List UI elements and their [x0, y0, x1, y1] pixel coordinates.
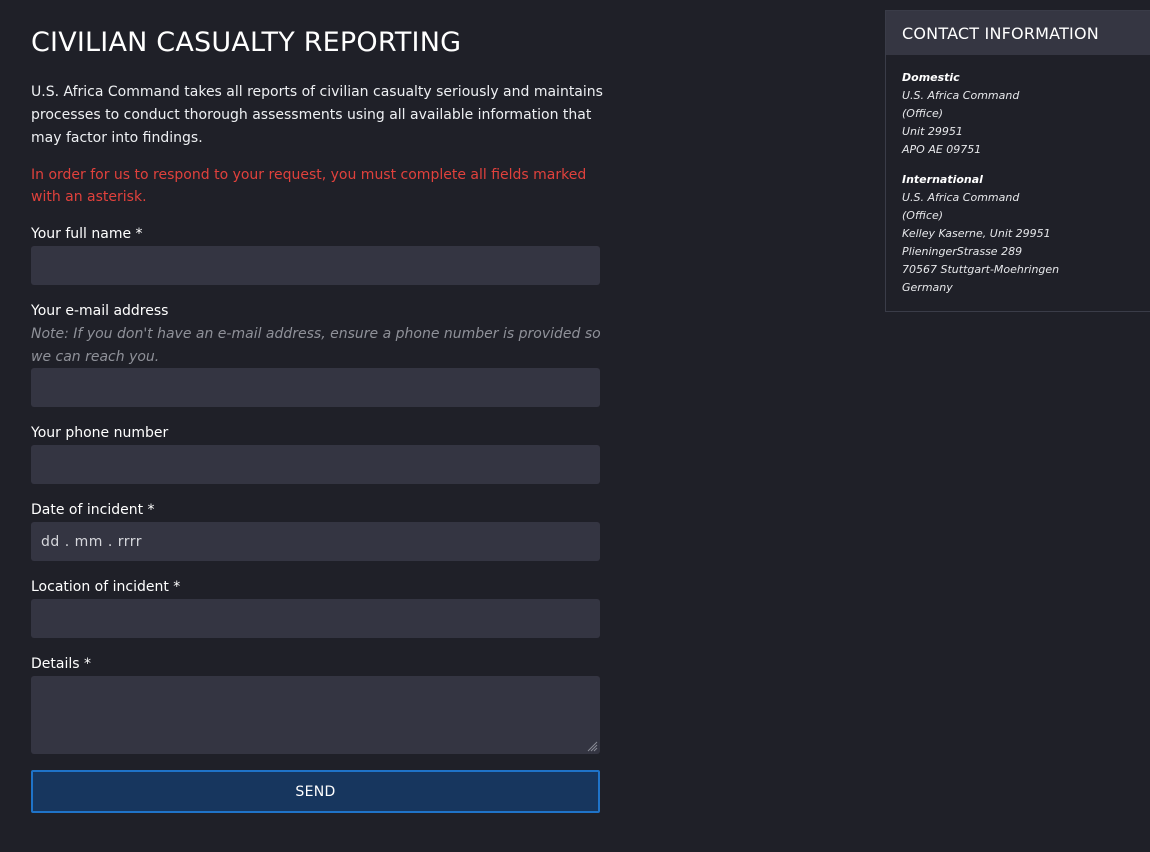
address-line: PlieningerStrasse 289 — [902, 245, 1023, 258]
international-address: International U.S. Africa Command (Offic… — [902, 171, 1134, 297]
phone-label: Your phone number — [31, 425, 169, 441]
address-line: APO AE 09751 — [902, 143, 982, 156]
address-line: U.S. Africa Command — [902, 89, 1020, 102]
location-input[interactable] — [31, 599, 600, 638]
intro-text: U.S. Africa Command takes all reports of… — [31, 84, 603, 146]
address-line: Kelley Kaserne, Unit 29951 — [902, 227, 1051, 240]
date-label: Date of incident * — [31, 502, 155, 518]
page: CIVILIAN CASUALTY REPORTING U.S. Africa … — [0, 0, 1150, 852]
full-name-label: Your full name * — [31, 226, 143, 242]
phone-input[interactable] — [31, 445, 600, 484]
international-heading: International — [902, 173, 983, 186]
details-label: Details * — [31, 656, 91, 672]
contact-information-panel: CONTACT INFORMATION Domestic U.S. Africa… — [885, 10, 1150, 312]
contact-panel-body: Domestic U.S. Africa Command (Office) Un… — [886, 55, 1150, 297]
date-placeholder: dd . mm . rrrr — [41, 533, 143, 550]
domestic-heading: Domestic — [902, 71, 960, 84]
address-line: (Office) — [902, 209, 944, 222]
address-line: 70567 Stuttgart-Moehringen — [902, 263, 1060, 276]
required-fields-warning: In order for us to respond to your reque… — [31, 167, 587, 205]
email-note: Note: If you don't have an e-mail addres… — [31, 326, 601, 365]
full-name-input[interactable] — [31, 246, 600, 285]
contact-panel-title: CONTACT INFORMATION — [886, 11, 1150, 55]
address-line: Unit 29951 — [902, 125, 963, 138]
domestic-address: Domestic U.S. Africa Command (Office) Un… — [902, 69, 1134, 159]
location-label: Location of incident * — [31, 579, 181, 595]
details-textarea[interactable] — [31, 676, 600, 754]
address-line: Germany — [902, 281, 953, 294]
email-input[interactable] — [31, 368, 600, 407]
date-input[interactable]: dd . mm . rrrr — [31, 522, 600, 561]
address-line: U.S. Africa Command — [902, 191, 1020, 204]
resize-grip-icon[interactable] — [587, 741, 598, 752]
email-label: Your e-mail address — [31, 303, 169, 319]
details-field — [31, 676, 600, 754]
address-line: (Office) — [902, 107, 944, 120]
page-title: CIVILIAN CASUALTY REPORTING — [31, 27, 462, 58]
send-button[interactable]: SEND — [31, 770, 600, 813]
